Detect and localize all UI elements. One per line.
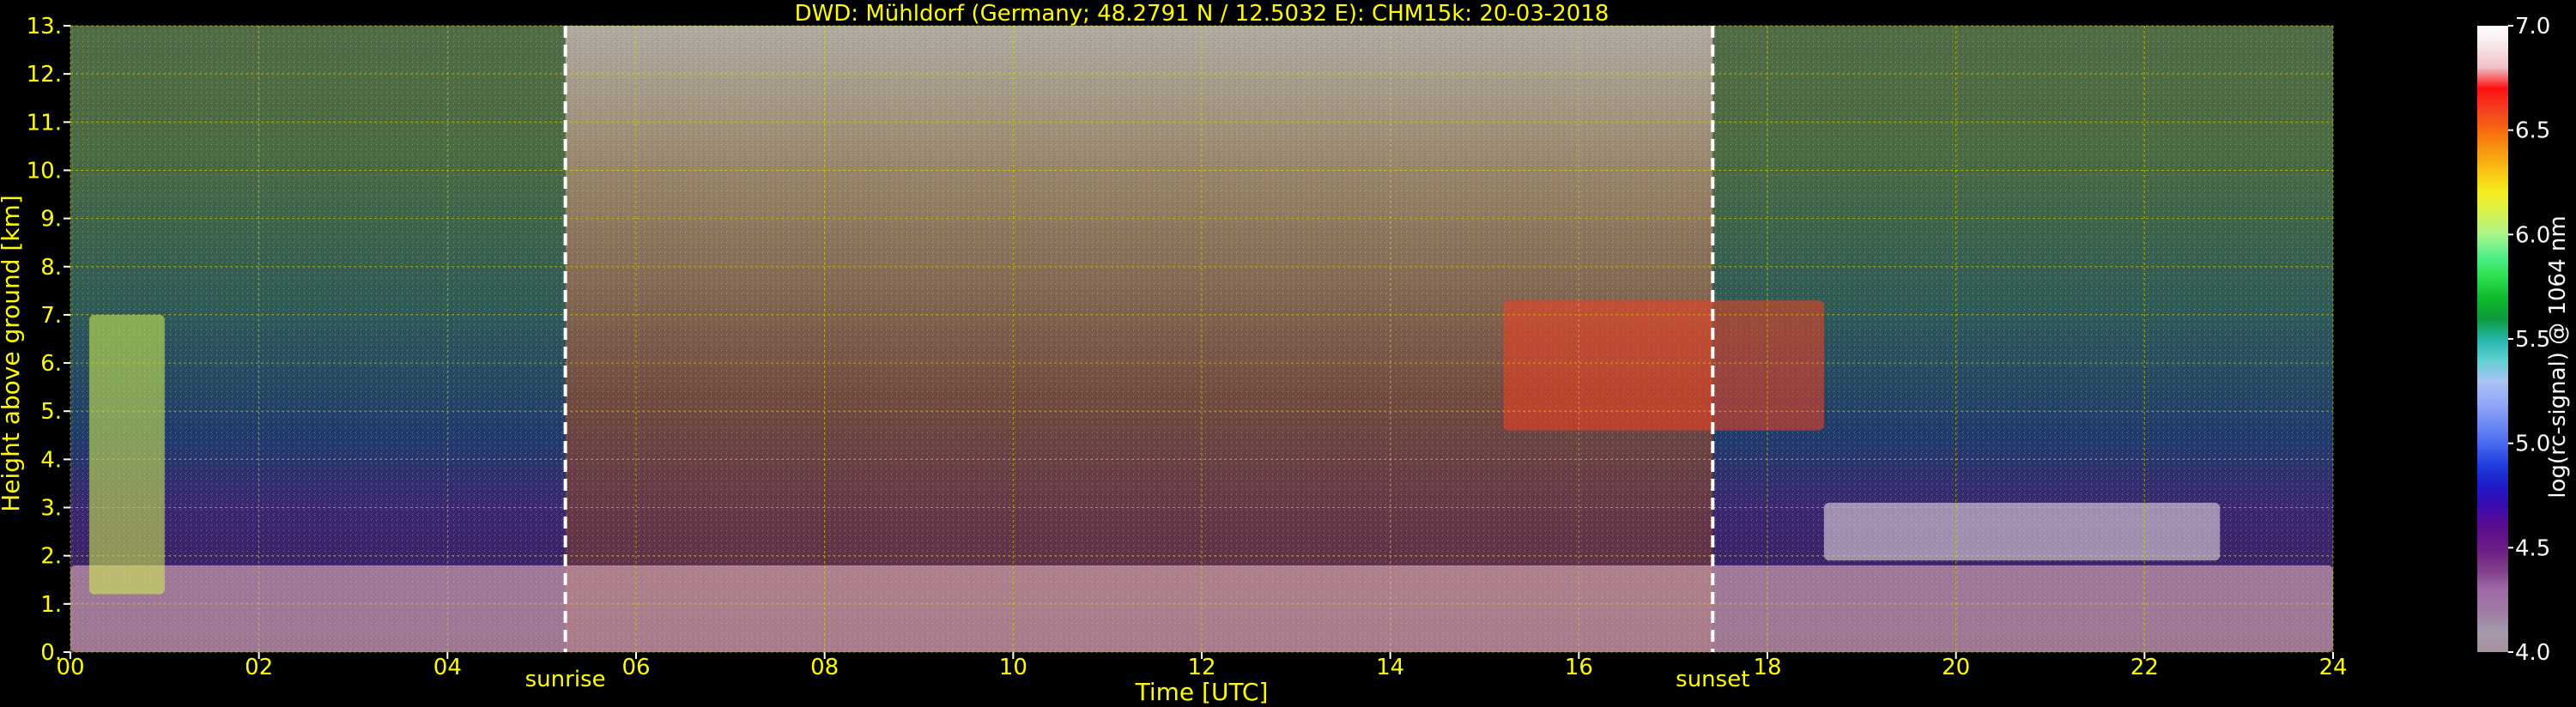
feature-3: [88, 314, 165, 595]
y-tick-label-3: 3.: [40, 496, 62, 522]
colorbar-tick-label-1: 4.5: [2515, 535, 2550, 561]
y-tick-label-6: 6.: [40, 351, 62, 377]
sun-marker-label-1: sunset: [1676, 667, 1749, 692]
y-tick-label-1: 1.: [40, 592, 62, 618]
y-tick-label-8: 8.: [40, 255, 62, 281]
x-tick-label-5: 10: [999, 655, 1027, 680]
y-tick-label-2: 2.: [40, 544, 62, 570]
colorbar-scale: [2477, 26, 2508, 652]
y-tick-label-10: 10.: [27, 158, 62, 184]
x-tick-label-1: 02: [245, 655, 273, 680]
colorbar-tick-label-0: 4.0: [2515, 640, 2550, 666]
sun-marker-label-0: sunrise: [525, 667, 606, 692]
colorbar-label: log(rc-signal) @ 1064 nm: [2545, 215, 2571, 498]
chart-title: DWD: Mühldorf (Germany; 48.2791 N / 12.5…: [795, 1, 1609, 27]
y-tick-label-7: 7.: [40, 303, 62, 329]
x-tick-label-3: 06: [621, 655, 650, 680]
y-tick-label-11: 11.: [27, 110, 62, 136]
y-tick-label-9: 9.: [40, 207, 62, 233]
colorbar-tick-label-5: 6.5: [2515, 118, 2550, 144]
x-tick-label-11: 22: [2131, 655, 2159, 680]
x-axis-label: Time [UTC]: [1135, 678, 1269, 706]
y-tick-label-13: 13.: [27, 14, 62, 39]
y-tick-label-5: 5.: [40, 399, 62, 425]
x-tick-label-7: 14: [1376, 655, 1404, 680]
feature-2: [1823, 502, 2221, 561]
x-tick-label-9: 18: [1753, 655, 1781, 680]
x-tick-label-8: 16: [1565, 655, 1593, 680]
y-axis-ticks: 0. 1. 2. 3. 4. 5. 6. 7. 8. 9. 10. 11. 12. 13.: [27, 14, 70, 666]
y-axis-label: Height above ground [km]: [0, 195, 25, 512]
ceilometer-figure: 00 02 04 06 08 10 12 14 16 18 20 22 24 0.1.2.3.4.5.6…: [0, 1, 2571, 706]
plot-area: [70, 25, 2334, 653]
x-tick-label-12: 24: [2318, 655, 2347, 680]
x-tick-label-6: 12: [1187, 655, 1215, 680]
y-tick-label-12: 12.: [27, 62, 62, 88]
x-tick-label-2: 04: [433, 655, 462, 680]
x-tick-label-10: 20: [1942, 655, 1970, 680]
y-tick-label-0: 0.: [40, 640, 62, 666]
colorbar-ticks: 4.04.55.05.56.06.57.0: [2508, 14, 2550, 666]
x-axis-ticks: 00 02 04 06 08 10 12 14 16 18 20 22 24: [56, 652, 2348, 680]
colorbar: 4.04.55.05.56.06.57.0 log(rc-signal) @ 1…: [2477, 14, 2571, 666]
y-tick-label-4: 4.: [40, 447, 62, 473]
x-tick-label-4: 08: [810, 655, 839, 680]
colorbar-tick-label-6: 7.0: [2515, 14, 2550, 39]
